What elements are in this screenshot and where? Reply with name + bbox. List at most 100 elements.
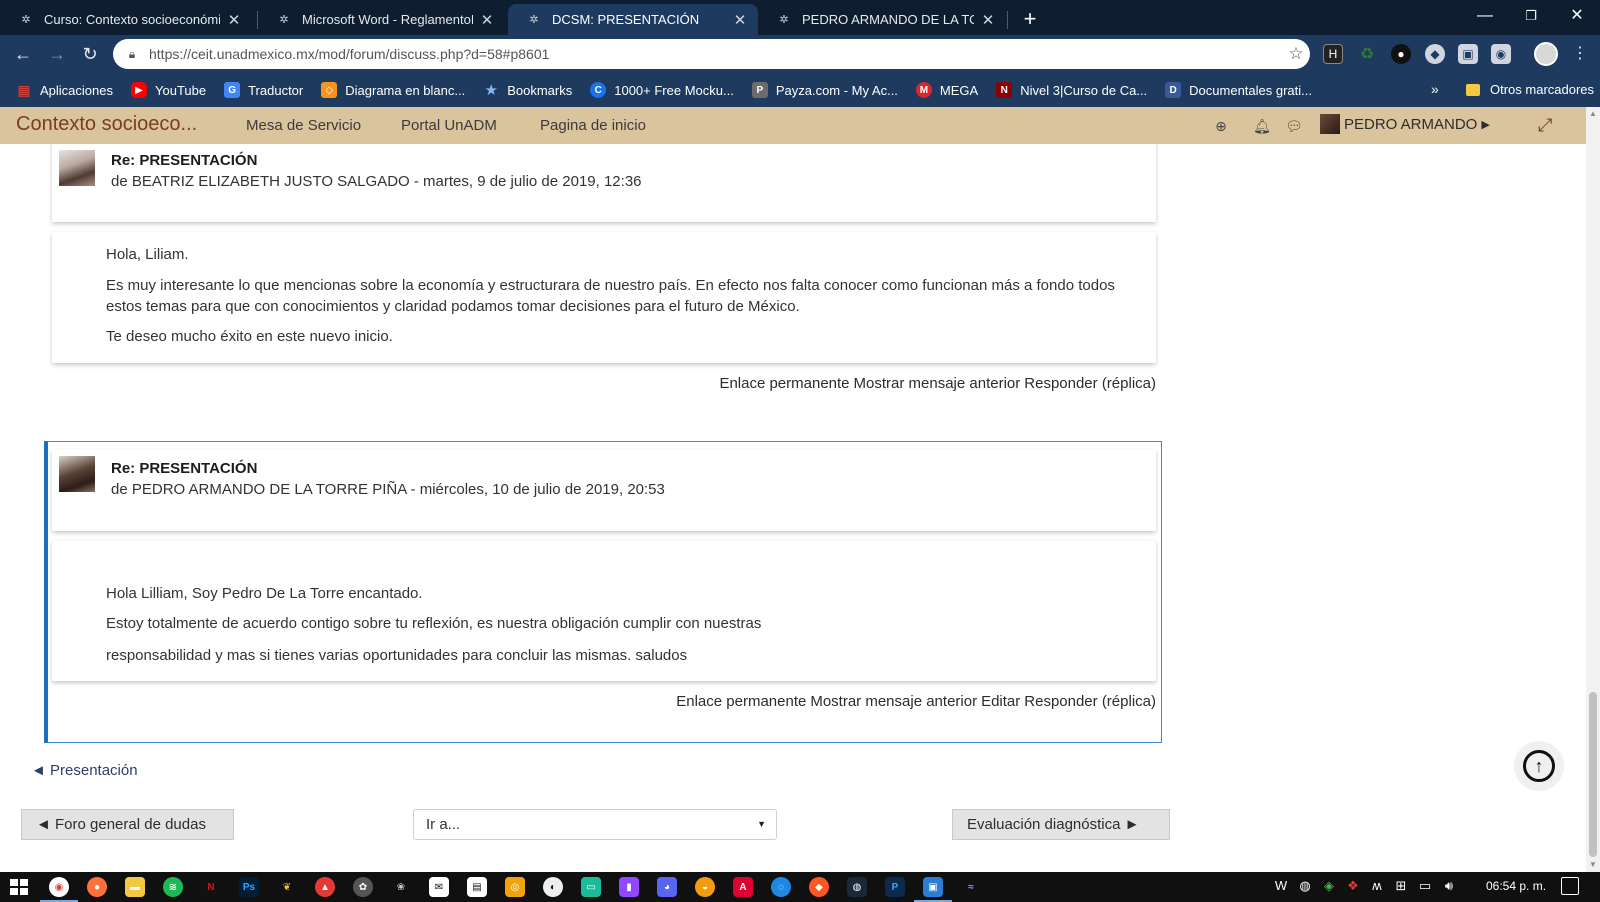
app-ps-icon[interactable]: P	[885, 877, 905, 897]
tab-word[interactable]: ✲ Microsoft Word - ReglamentoEsc ✕	[258, 4, 505, 35]
close-window-icon[interactable]: ✕	[1554, 0, 1600, 35]
tray-people-icon[interactable]: ❖	[1344, 878, 1362, 894]
more-bookmarks-button[interactable]: »	[1431, 81, 1439, 97]
bookmark-diagrama[interactable]: ◇ Diagrama en blanc...	[321, 82, 465, 98]
extension-record-icon[interactable]: ●	[1391, 44, 1411, 64]
tray-steam-icon[interactable]: ◍	[1296, 878, 1314, 894]
notification-bell-icon[interactable]: 🔔︎	[1252, 116, 1272, 136]
bookmark-youtube[interactable]: ▶ YouTube	[131, 82, 206, 98]
other-bookmarks-folder[interactable]: Otros marcadores	[1466, 82, 1594, 97]
previous-activity-button[interactable]: ◄ Foro general de dudas	[21, 809, 234, 840]
jump-to-select[interactable]: Ir a... ▼	[413, 809, 777, 840]
mail-icon[interactable]: ✉	[429, 877, 449, 897]
chrome-icon[interactable]: ◉	[49, 877, 69, 897]
close-tab-icon[interactable]: ✕	[980, 11, 996, 29]
back-arrow-icon[interactable]: ←	[10, 41, 36, 67]
scroll-up-icon[interactable]: ▲	[1586, 107, 1600, 121]
profile-avatar[interactable]	[1534, 42, 1558, 66]
tray-display-icon[interactable]: ▭	[1416, 878, 1434, 894]
app-orange-icon[interactable]: ◎	[505, 877, 525, 897]
minimize-window-icon[interactable]: —	[1462, 0, 1508, 35]
netflix-icon[interactable]: N	[201, 877, 221, 897]
app-window-icon[interactable]: ▣	[923, 877, 943, 897]
reply-link[interactable]: Responder (réplica)	[1024, 693, 1156, 710]
bookmark-mega[interactable]: M MEGA	[915, 82, 978, 98]
nav-portal-unadm[interactable]: Portal UnADM	[401, 117, 497, 134]
app-red-icon[interactable]: ▲	[315, 877, 335, 897]
bookmark-traductor[interactable]: G Traductor	[224, 82, 303, 98]
bookmark-documentales[interactable]: D Documentales grati...	[1165, 82, 1312, 98]
reply-link[interactable]: Responder (réplica)	[1024, 375, 1156, 392]
edit-link[interactable]: Editar	[981, 693, 1020, 710]
expand-icon[interactable]: ⤢	[1538, 115, 1552, 136]
tray-network-icon[interactable]: ⊞	[1392, 878, 1410, 894]
course-brand-link[interactable]: Contexto socioeco...	[16, 113, 197, 136]
tray-w-icon[interactable]: W	[1272, 878, 1290, 893]
app-blue-icon[interactable]: ◌	[771, 877, 791, 897]
close-tab-icon[interactable]: ✕	[479, 11, 495, 29]
app-flame-icon[interactable]: ◒	[695, 877, 715, 897]
app-feather-icon[interactable]: ❦	[277, 877, 297, 897]
reload-icon[interactable]: ↻	[77, 41, 103, 67]
file-explorer-icon[interactable]: ▬	[125, 877, 145, 897]
scroll-down-icon[interactable]: ▼	[1586, 858, 1600, 872]
tab-curso[interactable]: ✲ Curso: Contexto socioeconómico ✕	[0, 4, 252, 35]
extension-bulb-icon[interactable]: ◉	[1491, 44, 1511, 64]
tray-m-icon[interactable]: ʍ	[1368, 878, 1386, 893]
author-avatar[interactable]	[59, 150, 95, 186]
nav-mesa-de-servicio[interactable]: Mesa de Servicio	[246, 117, 361, 134]
tab-pedro[interactable]: ✲ PEDRO ARMANDO DE LA TORRE ✕	[758, 4, 1006, 35]
next-activity-button[interactable]: Evaluación diagnóstica ►	[952, 809, 1170, 840]
steam-icon[interactable]: ◍	[847, 877, 867, 897]
extension-photo-icon[interactable]: ▣	[1458, 44, 1478, 64]
firefox-icon[interactable]: ●	[87, 877, 107, 897]
url-input[interactable]	[149, 46, 1282, 62]
scrollbar-thumb[interactable]	[1589, 692, 1597, 857]
system-clock[interactable]: 06:54 p. m.	[1486, 879, 1546, 893]
show-parent-link[interactable]: Mostrar mensaje anterior	[810, 693, 977, 710]
app-wave-icon[interactable]: ≈	[961, 877, 981, 897]
bookmark-star-icon[interactable]: ☆	[1282, 44, 1310, 64]
notifications-icon[interactable]	[1561, 877, 1579, 895]
messages-icon[interactable]: 💬︎	[1284, 116, 1304, 136]
omnibox[interactable]: 🔒︎ ☆	[113, 39, 1310, 69]
tray-shield-icon[interactable]: ◈	[1320, 878, 1338, 894]
close-tab-icon[interactable]: ✕	[226, 11, 242, 29]
davinci-icon[interactable]: ✿	[353, 877, 373, 897]
restore-window-icon[interactable]: ❐	[1508, 0, 1554, 35]
extension-h-icon[interactable]: H	[1323, 44, 1343, 64]
extension-compass-icon[interactable]: ◆	[1425, 44, 1445, 64]
new-tab-button[interactable]: +	[1016, 6, 1044, 32]
author-avatar[interactable]	[59, 456, 95, 492]
download-circle-icon[interactable]: ⊕	[1211, 116, 1231, 136]
volume-icon[interactable]: 🔊︎	[1440, 878, 1458, 894]
bookmark-bookmarks[interactable]: ★ Bookmarks	[483, 82, 572, 99]
bookmark-aplicaciones[interactable]: ▦ Aplicaciones	[16, 82, 113, 98]
back-to-top-button[interactable]: ↑	[1514, 741, 1564, 791]
permalink-link[interactable]: Enlace permanente	[676, 693, 806, 710]
close-tab-icon[interactable]: ✕	[732, 11, 748, 29]
browser-menu-icon[interactable]: ⋮	[1572, 42, 1588, 66]
photoshop-icon[interactable]: Ps	[239, 877, 259, 897]
bookmark-payza[interactable]: P Payza.com - My Ac...	[751, 82, 898, 98]
show-parent-link[interactable]: Mostrar mensaje anterior	[854, 375, 1021, 392]
discord-icon[interactable]: ◕	[657, 877, 677, 897]
bookmark-mockups[interactable]: C 1000+ Free Mocku...	[590, 82, 734, 98]
spotify-icon[interactable]: ≋	[163, 877, 183, 897]
user-menu[interactable]: PEDRO ARMANDO ▶	[1320, 114, 1490, 134]
nav-pagina-de-inicio[interactable]: Pagina de inicio	[540, 117, 646, 134]
tab-presentacion[interactable]: ✲ DCSM: PRESENTACIÓN ✕	[508, 4, 758, 35]
forward-arrow-icon[interactable]: →	[44, 41, 70, 67]
store-icon[interactable]: ▤	[467, 877, 487, 897]
twitch-icon[interactable]: ▮	[619, 877, 639, 897]
angular-icon[interactable]: A	[733, 877, 753, 897]
app-fire-icon[interactable]: ◆	[809, 877, 829, 897]
windows-start-icon[interactable]	[10, 879, 28, 895]
bookmark-nivel3[interactable]: N Nivel 3|Curso de Ca...	[996, 82, 1147, 98]
extension-recycle-icon[interactable]: ♻	[1357, 44, 1377, 64]
app-bird-icon[interactable]: ❀	[391, 877, 411, 897]
app-green-icon[interactable]: ▭	[581, 877, 601, 897]
app-globe-icon[interactable]: ◐	[543, 877, 563, 897]
page-scrollbar[interactable]: ▲ ▼	[1586, 107, 1600, 872]
permalink-link[interactable]: Enlace permanente	[719, 375, 849, 392]
